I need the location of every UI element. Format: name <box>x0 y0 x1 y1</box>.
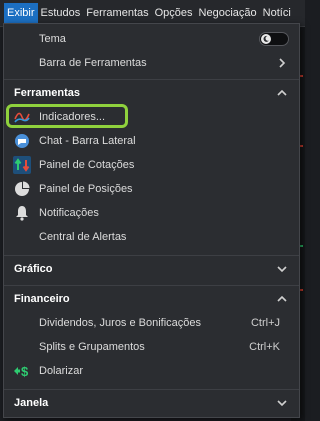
section-title: Gráfico <box>14 263 53 275</box>
menu-ferramentas[interactable]: Ferramentas <box>83 3 151 23</box>
section-title: Janela <box>14 397 49 409</box>
notificacoes-label: Notificações <box>39 207 99 219</box>
section-ferramentas[interactable]: Ferramentas <box>4 81 299 105</box>
quotes-arrows-icon <box>13 156 31 174</box>
chevron-down-icon <box>277 400 287 407</box>
menu-negociacao[interactable]: Negociação <box>196 3 260 23</box>
shortcut-ctrl-k: Ctrl+K <box>249 341 280 353</box>
menu-noticias[interactable]: Notíci <box>260 3 294 23</box>
section-janela[interactable]: Janela <box>4 391 299 415</box>
menu-item-splits[interactable]: Splits e Grupamentos Ctrl+K <box>4 335 299 359</box>
menu-item-notificacoes[interactable]: Notificações <box>4 201 299 225</box>
menu-item-barra-ferramentas[interactable]: Barra de Ferramentas <box>4 51 299 75</box>
chevron-up-icon <box>277 89 287 96</box>
theme-toggle[interactable] <box>259 32 289 46</box>
chat-icon <box>13 132 31 150</box>
divider <box>4 285 299 286</box>
bell-icon <box>13 204 31 222</box>
section-title: Ferramentas <box>14 87 81 99</box>
divider <box>4 389 299 390</box>
section-title: Financeiro <box>14 293 70 305</box>
chevron-down-icon <box>277 266 287 273</box>
splits-label: Splits e Grupamentos <box>39 341 145 353</box>
svg-text:$: $ <box>21 364 29 379</box>
menu-item-tema[interactable]: Tema <box>4 27 299 51</box>
divider <box>4 255 299 256</box>
dolarizar-label: Dolarizar <box>39 365 84 377</box>
menu-item-dividendos[interactable]: Dividendos, Juros e Bonificações Ctrl+J <box>4 311 299 335</box>
menu-item-central-alertas[interactable]: Central de Alertas <box>4 225 299 249</box>
barra-label: Barra de Ferramentas <box>39 57 147 69</box>
pie-chart-icon <box>13 180 31 198</box>
tema-label: Tema <box>39 33 66 45</box>
central-alertas-label: Central de Alertas <box>39 231 127 243</box>
shortcut-ctrl-j: Ctrl+J <box>250 317 280 329</box>
moon-icon <box>263 35 269 42</box>
chevron-up-icon <box>277 295 287 302</box>
dividendos-label: Dividendos, Juros e Bonificações <box>39 317 202 329</box>
menu-item-painel-posicoes[interactable]: Painel de Posições <box>4 177 299 201</box>
highlight-indicadores <box>6 104 128 128</box>
chevron-right-icon <box>279 58 286 68</box>
menu-estudos[interactable]: Estudos <box>38 3 84 23</box>
painel-cotacoes-label: Painel de Cotações <box>39 159 135 171</box>
menu-item-chat[interactable]: Chat - Barra Lateral <box>4 129 299 153</box>
divider <box>4 79 299 80</box>
exibir-dropdown-menu: Tema Barra de Ferramentas Ferramentas In… <box>3 23 300 418</box>
painel-posicoes-label: Painel de Posições <box>39 183 133 195</box>
dollar-arrow-icon: $ <box>13 362 31 380</box>
menu-exibir[interactable]: Exibir <box>4 3 38 23</box>
section-grafico[interactable]: Gráfico <box>4 257 299 281</box>
menu-item-painel-cotacoes[interactable]: Painel de Cotações <box>4 153 299 177</box>
menu-opcoes[interactable]: Opções <box>152 3 196 23</box>
chat-label: Chat - Barra Lateral <box>39 135 136 147</box>
section-financeiro[interactable]: Financeiro <box>4 287 299 311</box>
menu-item-dolarizar[interactable]: $ Dolarizar <box>4 359 299 383</box>
